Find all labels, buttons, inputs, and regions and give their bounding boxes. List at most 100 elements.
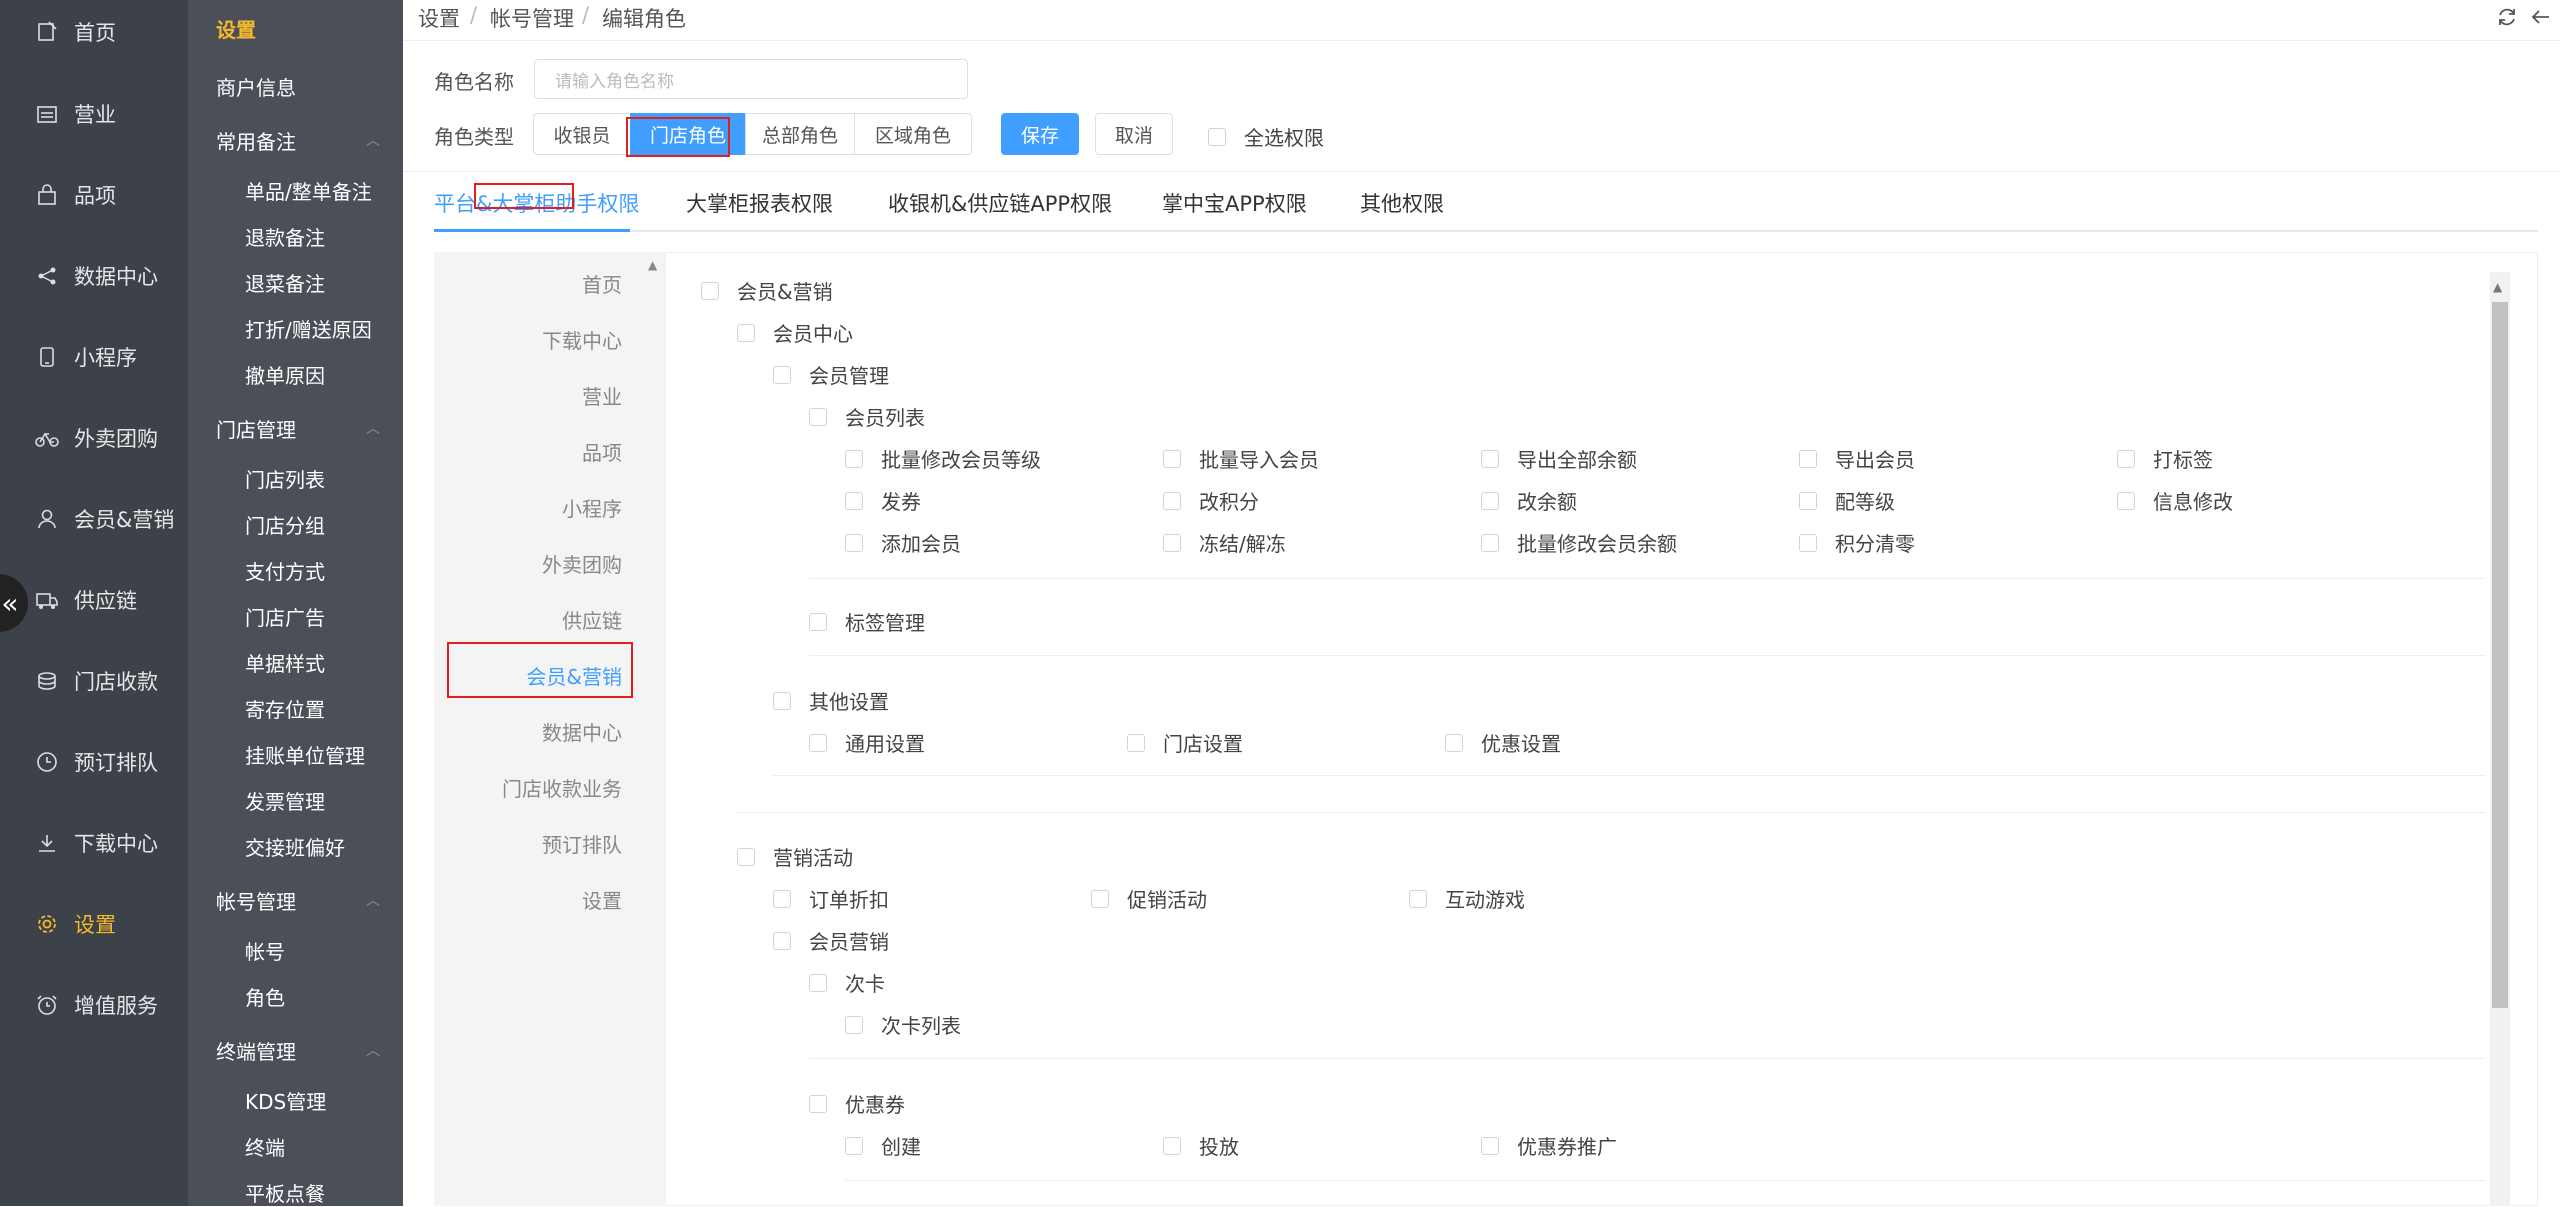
checkbox[interactable] — [1481, 491, 1499, 510]
nav-value-added[interactable]: 增值服务 — [0, 977, 188, 1033]
perm-node[interactable]: 会员营销 — [773, 926, 889, 955]
checkbox[interactable] — [845, 491, 863, 510]
nav-mini-program[interactable]: 小程序 — [0, 329, 188, 385]
perm-leaf[interactable]: 冻结/解冻 — [1163, 528, 1286, 557]
checkbox[interactable] — [1409, 889, 1427, 908]
perm-leaf[interactable]: 通用设置 — [809, 728, 925, 757]
sub-nav-item[interactable]: 打折/赠送原因 — [245, 314, 372, 343]
perm-node[interactable]: 会员中心 — [737, 318, 853, 347]
sub-nav-group-notes[interactable]: 常用备注 ︿ — [216, 126, 380, 155]
sub-nav-group-terminal[interactable]: 终端管理 ︿ — [216, 1036, 380, 1065]
perm-leaf[interactable]: 改余额 — [1481, 486, 1577, 515]
checkbox[interactable] — [1799, 533, 1817, 552]
sub-nav-item[interactable]: 退菜备注 — [245, 268, 325, 297]
checkbox[interactable] — [773, 889, 791, 908]
perm-leaf[interactable]: 积分清零 — [1799, 528, 1915, 557]
perm-leaf[interactable]: 创建 — [845, 1131, 921, 1160]
checkbox[interactable] — [1208, 127, 1226, 146]
perm-leaf[interactable]: 优惠设置 — [1445, 728, 1561, 757]
sub-nav-item[interactable]: 终端 — [245, 1132, 285, 1161]
checkbox[interactable] — [809, 407, 827, 426]
tab-other[interactable]: 其他权限 — [1360, 188, 1444, 218]
sub-nav-item[interactable]: 支付方式 — [245, 556, 325, 585]
category-item[interactable]: 数据中心 — [542, 717, 622, 746]
category-item[interactable]: 供应链 — [562, 605, 622, 634]
sub-nav-item[interactable]: 发票管理 — [245, 786, 325, 815]
sub-nav-item[interactable]: 单品/整单备注 — [245, 176, 372, 205]
cancel-button[interactable]: 取消 — [1095, 113, 1173, 155]
category-item[interactable]: 品项 — [582, 437, 622, 466]
checkbox[interactable] — [1799, 491, 1817, 510]
checkbox[interactable] — [737, 323, 755, 342]
checkbox[interactable] — [845, 1136, 863, 1155]
perm-leaf[interactable]: 次卡列表 — [845, 1010, 961, 1039]
perm-leaf[interactable]: 促销活动 — [1091, 884, 1207, 913]
nav-business[interactable]: 营业 — [0, 86, 188, 142]
perm-node[interactable]: 会员&营销 — [701, 276, 833, 305]
refresh-icon[interactable] — [2496, 6, 2518, 32]
category-item[interactable]: 营业 — [582, 381, 622, 410]
nav-data-center[interactable]: 数据中心 — [0, 248, 188, 304]
sub-nav-item[interactable]: 挂账单位管理 — [245, 740, 365, 769]
checkbox[interactable] — [773, 365, 791, 384]
perm-node[interactable]: 优惠券 — [809, 1089, 905, 1118]
perm-leaf[interactable]: 批量修改会员等级 — [845, 444, 1041, 473]
perm-leaf[interactable]: 批量修改会员余额 — [1481, 528, 1677, 557]
nav-reservation[interactable]: 预订排队 — [0, 734, 188, 790]
back-arrow-icon[interactable] — [2530, 6, 2552, 32]
nav-member-marketing[interactable]: 会员&营销 — [0, 491, 188, 547]
checkbox[interactable] — [1127, 733, 1145, 752]
sub-nav-item[interactable]: 门店广告 — [245, 602, 325, 631]
sub-nav-group-account[interactable]: 帐号管理 ︿ — [216, 886, 380, 915]
checkbox[interactable] — [1163, 533, 1181, 552]
nav-items[interactable]: 品项 — [0, 167, 188, 223]
perm-leaf[interactable]: 信息修改 — [2117, 486, 2233, 515]
sub-nav-item[interactable]: KDS管理 — [245, 1086, 326, 1115]
perm-node[interactable]: 次卡 — [809, 968, 885, 997]
category-item[interactable]: 小程序 — [562, 493, 622, 522]
save-button[interactable]: 保存 — [1001, 113, 1079, 155]
sub-nav-item[interactable]: 门店列表 — [245, 464, 325, 493]
checkbox[interactable] — [809, 612, 827, 631]
checkbox[interactable] — [1799, 449, 1817, 468]
sub-nav-item[interactable]: 撤单原因 — [245, 360, 325, 389]
sub-nav-group-store[interactable]: 门店管理 ︿ — [216, 414, 380, 443]
checkbox[interactable] — [2117, 449, 2135, 468]
perm-node[interactable]: 会员管理 — [773, 360, 889, 389]
checkbox[interactable] — [1163, 491, 1181, 510]
checkbox[interactable] — [845, 533, 863, 552]
sub-nav-item[interactable]: 平板点餐 — [245, 1178, 325, 1207]
tab-cashier-app[interactable]: 收银机&供应链APP权限 — [888, 188, 1112, 218]
category-item[interactable]: 设置 — [582, 885, 622, 914]
perm-leaf[interactable]: 打标签 — [2117, 444, 2213, 473]
perm-leaf[interactable]: 发券 — [845, 486, 921, 515]
checkbox[interactable] — [2117, 491, 2135, 510]
nav-store-payment[interactable]: 门店收款 — [0, 653, 188, 709]
nav-delivery[interactable]: 外卖团购 — [0, 410, 188, 466]
perm-leaf[interactable]: 导出会员 — [1799, 444, 1915, 473]
nav-download-center[interactable]: 下载中心 — [0, 815, 188, 871]
breadcrumb-item[interactable]: 帐号管理 — [490, 3, 574, 33]
perm-leaf[interactable]: 互动游戏 — [1409, 884, 1525, 913]
nav-home[interactable]: 首页 — [0, 4, 188, 60]
checkbox[interactable] — [1163, 449, 1181, 468]
perm-node[interactable]: 其他设置 — [773, 686, 889, 715]
checkbox[interactable] — [1163, 1136, 1181, 1155]
role-type-cashier[interactable]: 收银员 — [533, 113, 631, 155]
sub-nav-item[interactable]: 门店分组 — [245, 510, 325, 539]
breadcrumb-item[interactable]: 设置 — [418, 3, 460, 33]
checkbox[interactable] — [1091, 889, 1109, 908]
perm-leaf[interactable]: 配等级 — [1799, 486, 1895, 515]
category-item[interactable]: 下载中心 — [542, 325, 622, 354]
perm-leaf[interactable]: 投放 — [1163, 1131, 1239, 1160]
role-type-region[interactable]: 区域角色 — [854, 113, 972, 155]
scroll-up-arrow-icon[interactable]: ▲ — [2493, 280, 2502, 294]
checkbox[interactable] — [701, 281, 719, 300]
category-item[interactable]: 首页 — [582, 269, 622, 298]
nav-supply-chain[interactable]: 供应链 — [0, 572, 188, 628]
tab-report[interactable]: 大掌柜报表权限 — [686, 188, 833, 218]
scroll-up-arrow-icon[interactable]: ▲ — [648, 258, 657, 272]
perm-leaf[interactable]: 门店设置 — [1127, 728, 1243, 757]
category-item[interactable]: 外卖团购 — [542, 549, 622, 578]
checkbox[interactable] — [1481, 533, 1499, 552]
